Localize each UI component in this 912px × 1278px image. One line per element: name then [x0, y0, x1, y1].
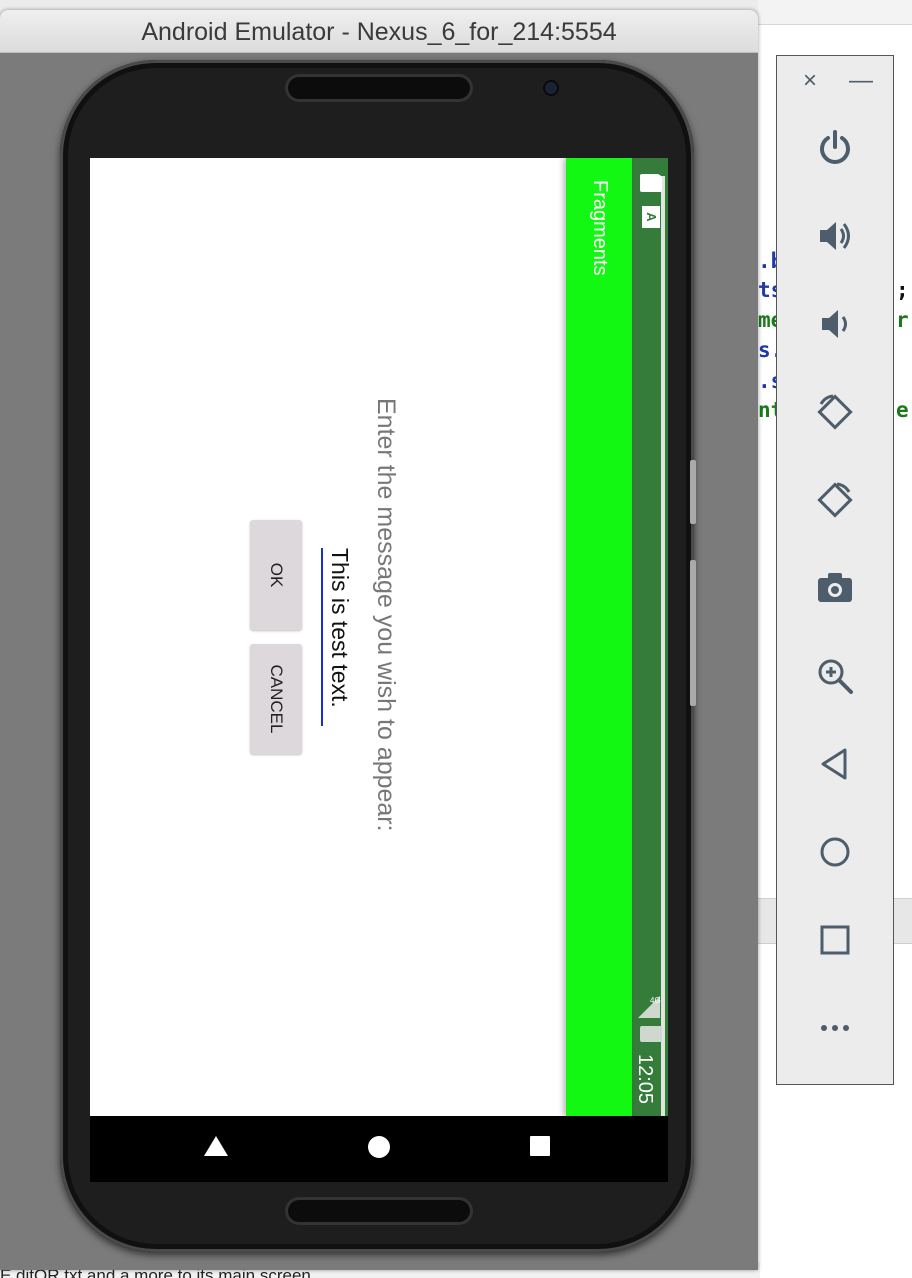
top-speaker	[288, 77, 470, 99]
window-title[interactable]: Android Emulator - Nexus_6_for_214:5554	[0, 10, 758, 53]
code-fragment: ;	[896, 278, 909, 302]
device-screen: A 4G 12:05 Fragments Enter the message y…	[90, 158, 668, 1116]
code-fragment: r'	[896, 308, 912, 332]
side-button[interactable]	[690, 460, 696, 524]
recents-icon[interactable]	[530, 1136, 550, 1156]
navigation-bar	[90, 1116, 668, 1182]
camera-icon[interactable]	[813, 566, 857, 610]
status-time: 12:05	[634, 1054, 656, 1105]
front-camera	[545, 82, 557, 94]
rotate-right-icon[interactable]	[813, 478, 857, 522]
close-icon[interactable]: ×	[803, 68, 817, 94]
message-input[interactable]	[321, 548, 357, 726]
home-icon[interactable]	[368, 1136, 390, 1158]
ok-button-label: OK	[267, 562, 286, 588]
status-divider	[661, 176, 665, 1116]
more-icon[interactable]	[813, 1006, 857, 1050]
notification-a-icon: A	[642, 206, 660, 228]
zoom-icon[interactable]	[813, 654, 857, 698]
volume-up-icon[interactable]	[813, 214, 857, 258]
code-fragment: e	[896, 398, 909, 422]
emulator-toolbar: × —	[776, 55, 894, 1085]
network-type-label: 4G	[650, 996, 661, 1005]
back-icon[interactable]	[813, 742, 857, 786]
cancel-button-label: CANCEL	[267, 664, 286, 734]
cancel-button[interactable]: CANCEL	[250, 644, 302, 754]
ok-button[interactable]: OK	[250, 520, 302, 630]
minimize-icon[interactable]: —	[849, 68, 873, 94]
battery-icon	[640, 1026, 662, 1042]
cell-signal-icon: 4G	[638, 996, 661, 1018]
bottom-speaker	[288, 1200, 470, 1222]
phone-frame: A 4G 12:05 Fragments Enter the message y…	[60, 60, 696, 1252]
volume-down-icon[interactable]	[813, 302, 857, 346]
status-bar: A 4G 12:05	[632, 158, 668, 1116]
home-icon[interactable]	[813, 830, 857, 874]
sd-card-icon	[640, 174, 662, 192]
side-button[interactable]	[690, 560, 696, 706]
overview-icon[interactable]	[813, 918, 857, 962]
app-title: Fragments	[589, 180, 611, 276]
app-bar: Fragments	[566, 158, 632, 1116]
emulator-window: Android Emulator - Nexus_6_for_214:5554 …	[0, 10, 758, 1270]
power-icon[interactable]	[813, 126, 857, 170]
rotate-left-icon[interactable]	[813, 390, 857, 434]
back-icon[interactable]	[204, 1136, 228, 1156]
dialog-prompt: Enter the message you wish to appear:	[372, 398, 400, 832]
ide-topbar	[758, 0, 912, 25]
